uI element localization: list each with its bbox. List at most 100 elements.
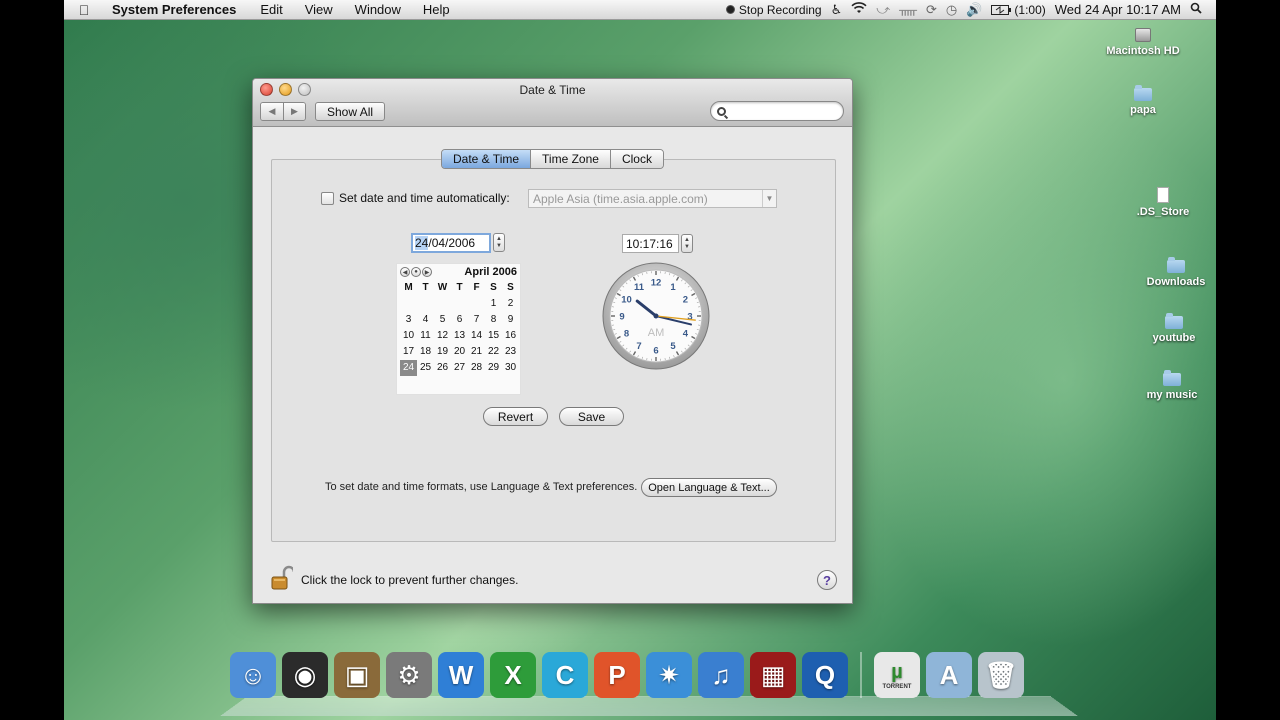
accessibility-icon[interactable]: ♿ [831, 2, 843, 18]
stepper-down-icon[interactable]: ▼ [684, 244, 690, 251]
menu-view[interactable]: View [294, 2, 344, 17]
calendar-day[interactable]: 20 [451, 344, 468, 360]
calendar-day[interactable]: 18 [417, 344, 434, 360]
desktop-icon-macintosh-hd[interactable]: Macintosh HD [1088, 28, 1198, 57]
calendar-day[interactable]: 24 [400, 360, 417, 376]
date-stepper[interactable]: ▲ ▼ [493, 233, 505, 252]
calendar-day[interactable]: 2 [502, 296, 519, 312]
clock-number: 6 [653, 346, 658, 357]
desktop-icon-downloads[interactable]: Downloads [1121, 257, 1216, 288]
dock-powerpoint-icon[interactable]: P [594, 652, 640, 698]
date-day-segment[interactable]: 24 [415, 236, 429, 250]
time-value[interactable]: 10:17:16 [626, 237, 673, 251]
window-titlebar[interactable]: Date & Time ◀ ▶ Show All [253, 79, 852, 127]
calendar-day[interactable]: 11 [417, 328, 434, 344]
calendar-day[interactable]: 16 [502, 328, 519, 344]
stepper-up-icon[interactable]: ▲ [684, 237, 690, 244]
calendar-day[interactable]: 3 [400, 312, 417, 328]
calendar-day[interactable]: 28 [468, 360, 485, 376]
desktop-icon-youtube[interactable]: youtube [1119, 313, 1216, 344]
menu-clock[interactable]: Wed 24 Apr 10:17 AM [1055, 2, 1181, 17]
dock-quicktime-icon[interactable]: Q [802, 652, 848, 698]
menu-edit[interactable]: Edit [249, 2, 293, 17]
dock-applications-folder-icon[interactable]: A [926, 652, 972, 698]
dock-dashboard-icon[interactable]: ◉ [282, 652, 328, 698]
dock-word-icon[interactable]: W [438, 652, 484, 698]
apple-menu-icon[interactable]:  [64, 2, 104, 18]
auto-date-checkbox[interactable] [321, 191, 334, 205]
wifi-icon[interactable] [851, 2, 867, 17]
prev-month-icon[interactable]: ◀ [400, 267, 410, 277]
desktop-icon-my-music[interactable]: my music [1117, 370, 1216, 401]
calendar-day[interactable]: 25 [417, 360, 434, 376]
desktop-icon-papa[interactable]: papa [1088, 85, 1198, 116]
time-field[interactable]: 10:17:16 [622, 234, 679, 253]
revert-button[interactable]: Revert [483, 407, 548, 426]
dock-safari-icon[interactable]: ✷ [646, 652, 692, 698]
dock-finder-icon[interactable]: ☺ [230, 652, 276, 698]
tab-bar: Date & Time Time Zone Clock [441, 149, 664, 169]
date-field[interactable]: 24/04/2006 [411, 233, 491, 253]
search-input[interactable] [730, 105, 830, 117]
calendar-day[interactable]: 27 [451, 360, 468, 376]
folder-icon [1134, 85, 1152, 101]
calendar-day[interactable]: 1 [485, 296, 502, 312]
dock-excel-icon[interactable]: X [490, 652, 536, 698]
stepper-up-icon[interactable]: ▲ [496, 236, 502, 243]
help-button[interactable]: ? [817, 570, 837, 590]
calendar-day[interactable]: 17 [400, 344, 417, 360]
calendar-day[interactable]: 4 [417, 312, 434, 328]
tab-date-time[interactable]: Date & Time [442, 150, 531, 168]
calendar-day[interactable]: 30 [502, 360, 519, 376]
stop-recording-item[interactable]: Stop Recording [725, 3, 822, 17]
calendar-day[interactable]: 29 [485, 360, 502, 376]
bluetooth-icon[interactable]: ᚅ [899, 2, 917, 18]
calendar-day[interactable]: 26 [434, 360, 451, 376]
volume-icon[interactable]: 🔊 [966, 2, 982, 18]
dock-itunes-icon[interactable]: ♫ [698, 652, 744, 698]
back-arrow-icon[interactable]: ◀ [261, 103, 283, 120]
dock-system-preferences-icon[interactable]: ⚙ [386, 652, 432, 698]
calendar-day[interactable]: 12 [434, 328, 451, 344]
show-all-button[interactable]: Show All [315, 102, 386, 121]
time-stepper[interactable]: ▲ ▼ [681, 234, 693, 253]
forward-arrow-icon[interactable]: ▶ [283, 103, 305, 120]
date-rest-segment[interactable]: /04/2006 [428, 236, 475, 250]
spotlight-icon[interactable] [1190, 2, 1202, 17]
calendar-day[interactable]: 22 [485, 344, 502, 360]
tab-clock[interactable]: Clock [609, 150, 663, 168]
time-machine-icon[interactable]: ◷ [946, 2, 957, 18]
calendar-day[interactable]: 6 [451, 312, 468, 328]
dock-iphoto-icon[interactable]: ▣ [334, 652, 380, 698]
lock-open-icon[interactable] [271, 565, 296, 594]
menu-app-name[interactable]: System Preferences [104, 2, 249, 17]
tab-time-zone[interactable]: Time Zone [530, 150, 610, 168]
sync-icon[interactable]: ⟳ [926, 2, 937, 18]
calendar-day[interactable]: 19 [434, 344, 451, 360]
calendar-day[interactable]: 10 [400, 328, 417, 344]
calendar-day[interactable]: 23 [502, 344, 519, 360]
volume-low-icon[interactable]: ⤻ [876, 2, 890, 18]
today-icon[interactable]: ● [411, 267, 421, 277]
menu-help[interactable]: Help [412, 2, 461, 17]
calendar-day[interactable]: 13 [451, 328, 468, 344]
save-button[interactable]: Save [559, 407, 624, 426]
dock-trash-icon[interactable]: 🗑 [978, 652, 1024, 698]
calendar-day[interactable]: 8 [485, 312, 502, 328]
dock-c-app-icon[interactable]: C [542, 652, 588, 698]
calendar-day[interactable]: 9 [502, 312, 519, 328]
next-month-icon[interactable]: ▶ [422, 267, 432, 277]
calendar-day[interactable]: 7 [468, 312, 485, 328]
battery-item[interactable]: (1:00) [991, 3, 1046, 17]
menu-window[interactable]: Window [344, 2, 412, 17]
calendar-day[interactable]: 14 [468, 328, 485, 344]
calendar-day[interactable]: 5 [434, 312, 451, 328]
stepper-down-icon[interactable]: ▼ [496, 243, 502, 250]
dock-photo-booth-icon[interactable]: ▦ [750, 652, 796, 698]
calendar-day[interactable]: 21 [468, 344, 485, 360]
calendar-day[interactable]: 15 [485, 328, 502, 344]
search-field[interactable] [710, 101, 844, 121]
open-language-text-button[interactable]: Open Language & Text... [641, 478, 777, 497]
dock-utorrent-icon[interactable]: µ TORRENT [874, 652, 920, 698]
desktop-icon-ds-store[interactable]: .DS_Store [1108, 187, 1216, 218]
